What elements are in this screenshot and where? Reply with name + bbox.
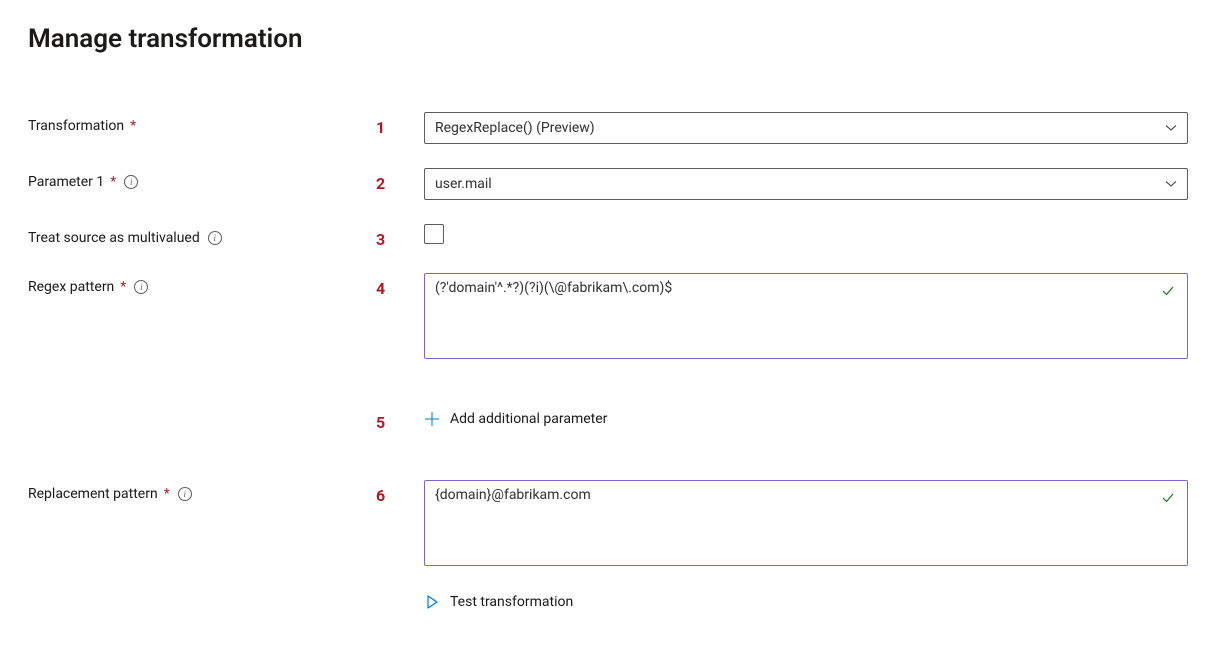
row-add-parameter: 5 Add additional parameter — [28, 407, 1188, 432]
callout-3: 3 — [376, 224, 424, 249]
add-parameter-label: Add additional parameter — [450, 411, 607, 427]
callout-1: 1 — [376, 112, 424, 137]
label-multivalued: Treat source as multivalued i — [28, 224, 376, 246]
label-regex-pattern-text: Regex pattern — [28, 279, 114, 295]
replacement-pattern-value: {domain}@fabrikam.com — [435, 487, 591, 503]
label-replacement-pattern-text: Replacement pattern — [28, 486, 158, 502]
info-icon[interactable]: i — [124, 175, 138, 189]
label-transformation-text: Transformation — [28, 118, 124, 134]
row-parameter1: Parameter 1 * i 2 user.mail — [28, 168, 1188, 200]
info-icon[interactable]: i — [134, 280, 148, 294]
play-icon — [424, 594, 440, 610]
parameter1-select[interactable]: user.mail — [424, 168, 1188, 200]
transformation-select-value: RegexReplace() (Preview) — [435, 120, 595, 136]
plus-icon — [424, 411, 440, 427]
chevron-down-icon — [1165, 178, 1177, 190]
check-icon — [1161, 284, 1175, 298]
row-transformation: Transformation * 1 RegexReplace() (Previ… — [28, 112, 1188, 144]
required-asterisk: * — [120, 279, 126, 295]
callout-5: 5 — [376, 407, 424, 432]
transformation-select[interactable]: RegexReplace() (Preview) — [424, 112, 1188, 144]
parameter1-select-value: user.mail — [435, 176, 492, 192]
info-icon[interactable]: i — [208, 231, 222, 245]
test-transformation-button[interactable]: Test transformation — [424, 590, 1188, 614]
row-replacement-pattern: Replacement pattern * i 6 {domain}@fabri… — [28, 480, 1188, 614]
label-multivalued-text: Treat source as multivalued — [28, 230, 200, 246]
chevron-down-icon — [1165, 122, 1177, 134]
callout-4: 4 — [376, 273, 424, 298]
required-asterisk: * — [110, 174, 116, 190]
regex-pattern-value: (?'domain'^.*?)(?i)(\@fabrikam\.com)$ — [435, 280, 672, 296]
row-multivalued: Treat source as multivalued i 3 — [28, 224, 1188, 249]
multivalued-checkbox[interactable] — [424, 224, 444, 244]
transformation-form: Transformation * 1 RegexReplace() (Previ… — [28, 112, 1188, 614]
label-parameter1: Parameter 1 * i — [28, 168, 376, 190]
label-transformation: Transformation * — [28, 112, 376, 134]
label-replacement-pattern: Replacement pattern * i — [28, 480, 376, 502]
callout-6: 6 — [376, 480, 424, 505]
required-asterisk: * — [164, 486, 170, 502]
page-title: Manage transformation — [28, 24, 1188, 54]
label-regex-pattern: Regex pattern * i — [28, 273, 376, 295]
add-parameter-button[interactable]: Add additional parameter — [424, 407, 1188, 431]
check-icon — [1161, 491, 1175, 505]
replacement-pattern-input[interactable]: {domain}@fabrikam.com — [424, 480, 1188, 566]
row-regex-pattern: Regex pattern * i 4 (?'domain'^.*?)(?i)(… — [28, 273, 1188, 359]
regex-pattern-input[interactable]: (?'domain'^.*?)(?i)(\@fabrikam\.com)$ — [424, 273, 1188, 359]
label-parameter1-text: Parameter 1 — [28, 174, 104, 190]
info-icon[interactable]: i — [178, 487, 192, 501]
test-transformation-label: Test transformation — [450, 594, 573, 610]
required-asterisk: * — [130, 118, 136, 134]
callout-2: 2 — [376, 168, 424, 193]
